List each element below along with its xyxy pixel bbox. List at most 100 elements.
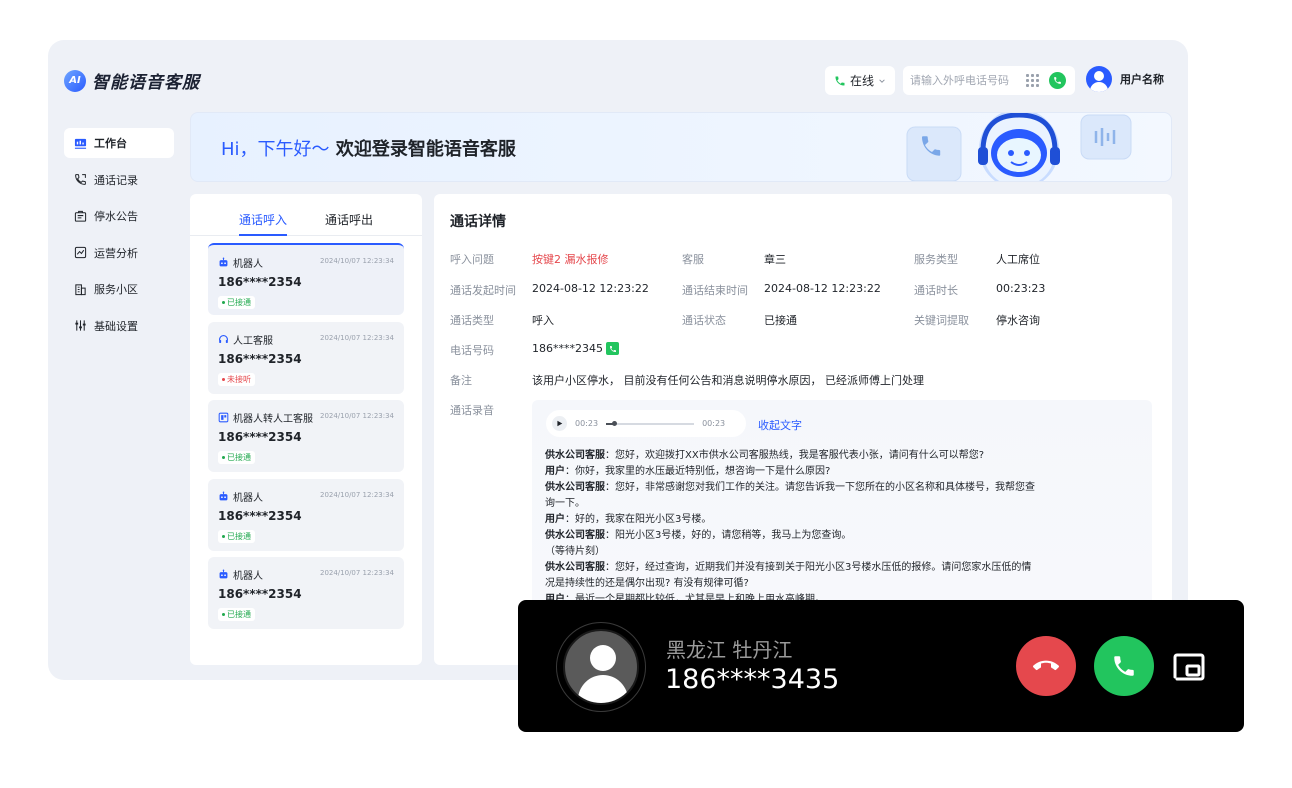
tab-incoming-calls[interactable]: 通话呼入 <box>238 211 287 236</box>
call-list-item[interactable]: 机器人 2024/10/07 12:23:34 186****2354 已接通 <box>208 478 404 551</box>
call-time: 2024/10/07 12:23:34 <box>319 490 394 499</box>
user-avatar <box>1086 66 1112 92</box>
call-phone: 186****2354 <box>218 275 302 289</box>
call-time: 2024/10/07 12:23:34 <box>319 412 394 420</box>
app-title: 智能语音客服 <box>92 73 200 93</box>
sidebar-item-water-notice[interactable]: 停水公告 <box>64 201 174 231</box>
status-badge: 未接听 <box>218 372 255 386</box>
caller-number: 186****3435 <box>665 664 840 695</box>
detail-title: 通话详情 <box>450 214 506 230</box>
online-status-dropdown[interactable]: 在线 <box>825 66 895 95</box>
dial-number-input[interactable] <box>910 74 1018 87</box>
status-badge: 已接通 <box>218 451 255 464</box>
building-icon <box>75 283 86 295</box>
field-label: 关键词提取 <box>914 314 969 327</box>
phone-icon <box>1054 77 1061 84</box>
call-phone: 186****2354 <box>218 587 302 601</box>
hangup-icon <box>1033 660 1059 671</box>
play-icon <box>557 420 563 427</box>
status-text: 已接通 <box>227 531 251 541</box>
caller-avatar-icon <box>563 629 639 705</box>
audio-total-time: 00:23 <box>702 419 726 428</box>
sidebar-item-label: 通话记录 <box>94 173 138 187</box>
field-agent: 章三 <box>764 253 786 266</box>
dial-call-button[interactable] <box>1049 72 1066 89</box>
status-label: 在线 <box>849 74 874 88</box>
robot-icon <box>219 257 228 267</box>
hangup-button[interactable] <box>1016 636 1076 696</box>
audio-progress-slider[interactable] <box>606 420 695 426</box>
app-logo: AI 智能语音客服 <box>64 68 200 93</box>
field-label: 备注 <box>450 374 472 387</box>
call-list-item[interactable]: 机器人 2024/10/07 12:23:34 186****2354 已接通 <box>208 243 404 315</box>
app-window: AI 智能语音客服 在线 用户名称 工作台 通话记录 停水公告 <box>48 40 1188 680</box>
sidebar-item-label: 停水公告 <box>94 210 138 223</box>
field-label: 通话结束时间 <box>682 284 748 297</box>
answer-button[interactable] <box>1094 636 1154 696</box>
field-label: 通话状态 <box>682 314 726 327</box>
call-direction-tabs: 通话呼入 通话呼出 <box>190 194 422 236</box>
sidebar-item-label: 基础设置 <box>94 319 138 333</box>
sidebar-item-call-records[interactable]: 通话记录 <box>64 165 174 195</box>
dialpad-icon[interactable] <box>1026 74 1039 87</box>
headset-icon <box>219 334 228 343</box>
welcome-text: Hi，下午好～ 欢迎登录智能语音客服 <box>221 135 516 161</box>
field-issue: 按键2 漏水报修 <box>532 253 609 266</box>
sidebar-item-label: 运营分析 <box>94 246 138 260</box>
call-phone: 186****2354 <box>218 351 302 366</box>
welcome-banner: Hi，下午好～ 欢迎登录智能语音客服 <box>190 112 1172 182</box>
tab-outgoing-calls[interactable]: 通话呼出 <box>325 211 373 236</box>
minimize-window-button[interactable] <box>1170 648 1208 684</box>
status-badge: 已接通 <box>218 296 255 309</box>
field-end: 2024-08-12 12:23:22 <box>764 282 881 295</box>
field-label: 通话时长 <box>914 284 958 297</box>
status-badge: 已接通 <box>218 608 255 621</box>
field-note: 该用户小区停水， 目前没有任何公告和消息说明停水原因， 已经派师傅上门处理 <box>532 374 924 387</box>
status-text: 已接通 <box>227 610 251 619</box>
phone-icon <box>1114 656 1134 676</box>
call-phone: 186****2354 <box>218 508 302 523</box>
call-list-panel: 通话呼入 通话呼出 机器人 2024/10/07 12:23:34 186***… <box>190 194 422 665</box>
incoming-call-bar: 黑龙江 牡丹江 186****3435 <box>518 600 1244 732</box>
field-duration: 00:23:23 <box>996 282 1046 295</box>
call-list-item[interactable]: 机器人 2024/10/07 12:23:34 186****2354 已接通 <box>208 557 404 629</box>
transcript-line: 供水公司客服：您好，非常感谢您对我们工作的关注。请您告诉我一下您所在的小区名称和… <box>545 482 1035 509</box>
user-name: 用户名称 <box>1120 73 1164 86</box>
notice-icon <box>74 210 87 222</box>
transcript-line: 供水公司客服：您好，欢迎拨打XX市供水公司客服热线，我是客服代表小张，请问有什么… <box>545 450 985 461</box>
status-text: 已接通 <box>227 298 251 307</box>
call-detail-panel: 通话详情 呼入问题 按键2 漏水报修 客服 章三 服务类型 人工席位 通话发起时… <box>434 194 1172 665</box>
field-label: 客服 <box>682 253 704 266</box>
call-type: 机器人 <box>233 492 263 504</box>
analytics-icon <box>74 246 87 259</box>
phone-record-icon <box>75 174 86 185</box>
call-type: 机器人 <box>233 571 263 582</box>
sidebar-item-basic-settings[interactable]: 基础设置 <box>64 311 174 341</box>
transcript-line: 用户：你好，我家里的水压最近特别低，想咨询一下是什么原因? <box>545 466 831 477</box>
sidebar-item-dashboard[interactable]: 工作台 <box>64 128 174 158</box>
sidebar-item-analytics[interactable]: 运营分析 <box>64 238 174 268</box>
dashboard-icon <box>74 138 87 149</box>
call-type: 人工客服 <box>233 335 273 347</box>
sidebar-item-service-community[interactable]: 服务小区 <box>64 274 174 304</box>
field-label: 通话发起时间 <box>450 284 516 297</box>
picture-in-picture-icon <box>1173 653 1205 681</box>
call-list-item[interactable]: 机器人转人工客服 2024/10/07 12:23:34 186****2354… <box>208 400 404 472</box>
dial-search-box <box>903 66 1075 95</box>
call-time: 2024/10/07 12:23:34 <box>319 257 394 265</box>
user-menu[interactable]: 用户名称 <box>1086 66 1164 92</box>
field-keyword: 停水咨询 <box>996 314 1040 327</box>
transcript-line: 供水公司客服：您好，经过查询，近期我们并没有接到关于阳光小区3号楼水压低的报修。… <box>545 562 1032 589</box>
audio-player: 00:23 00:23 <box>546 410 746 437</box>
collapse-transcript-link[interactable]: 收起文字 <box>758 417 802 433</box>
field-service: 人工席位 <box>996 253 1040 266</box>
field-calltype: 呼入 <box>532 314 554 327</box>
call-list-item[interactable]: 人工客服 2024/10/07 12:23:34 186****2354 未接听 <box>208 321 404 394</box>
call-back-button[interactable] <box>606 342 619 355</box>
status-badge: 已接通 <box>218 529 255 543</box>
settings-sliders-icon <box>75 320 86 331</box>
welcome-title: 欢迎登录智能语音客服 <box>335 139 516 160</box>
play-button[interactable] <box>552 416 567 431</box>
call-list: 机器人 2024/10/07 12:23:34 186****2354 已接通 … <box>208 243 404 636</box>
phone-status-icon <box>835 76 845 85</box>
